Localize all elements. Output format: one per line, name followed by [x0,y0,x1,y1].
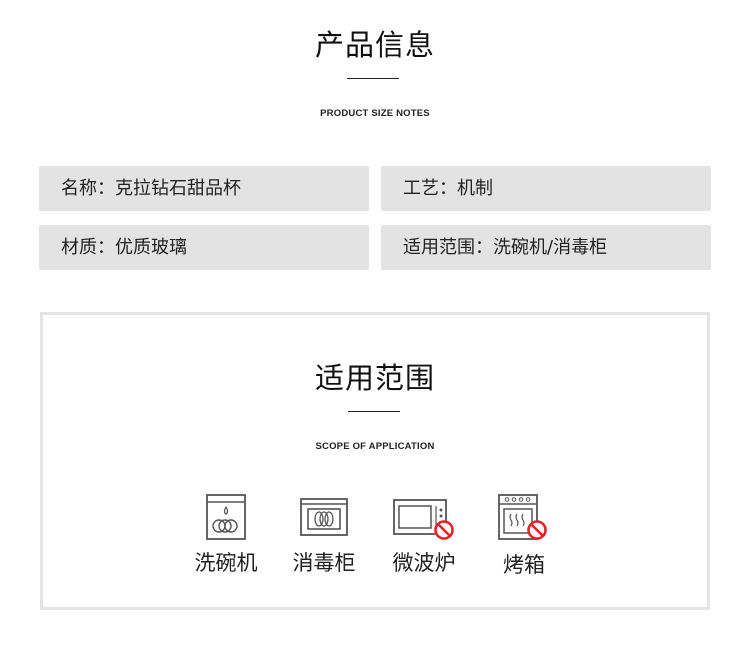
app-label: 消毒柜 [292,551,356,575]
dishwasher-icon [206,494,246,540]
scope-subtitle: SCOPE OF APPLICATION [315,441,435,452]
prohibited-icon [434,520,454,540]
app-label: 洗碗机 [194,551,258,575]
info-item-name: 名称：克拉钻石甜品杯 [39,166,369,211]
prohibited-icon [527,520,547,540]
oven-icon [498,494,547,540]
scope-panel: 适用范围 SCOPE OF APPLICATION 洗碗机 消毒柜 微波炉 烤箱 [40,312,710,610]
microwave-icon [393,499,454,540]
info-item-material: 材质：优质玻璃 [39,225,369,270]
app-label: 微波炉 [392,551,456,575]
scope-title-divider [348,411,400,412]
product-info-title: 产品信息 [314,28,435,62]
app-sterilizer-cabinet: 消毒柜 [274,493,374,577]
info-item-scope: 适用范围：洗碗机/消毒柜 [381,225,711,270]
app-dishwasher: 洗碗机 [176,493,276,577]
product-info-subtitle: PRODUCT SIZE NOTES [320,108,430,119]
app-oven: 烤箱 [474,493,574,579]
app-microwave: 微波炉 [374,493,474,577]
info-item-craft: 工艺：机制 [381,166,711,211]
product-info-title-divider [347,78,399,79]
scope-title: 适用范围 [314,361,435,395]
app-label: 烤箱 [503,553,545,577]
sterilizer-cabinet-icon [300,498,348,536]
